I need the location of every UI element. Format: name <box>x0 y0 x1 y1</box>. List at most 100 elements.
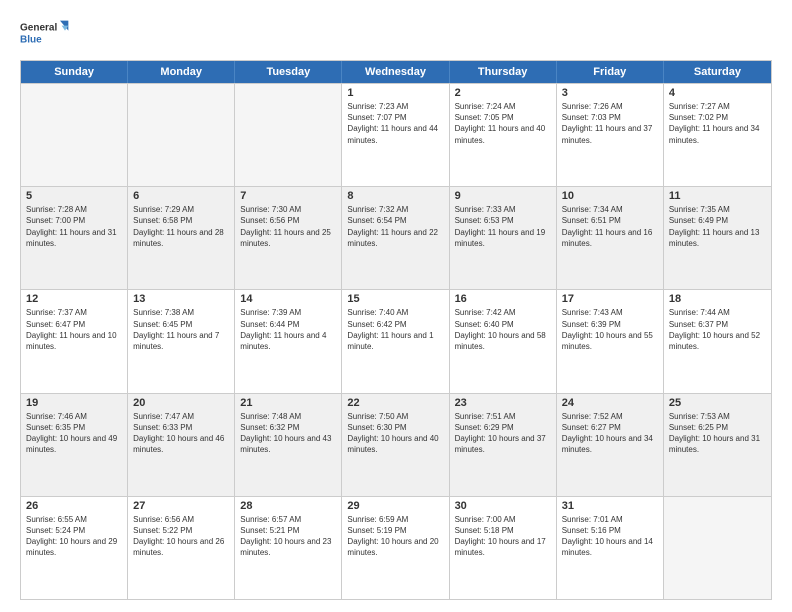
svg-text:General: General <box>20 23 57 34</box>
day-info: Sunrise: 7:51 AMSunset: 6:29 PMDaylight:… <box>455 411 551 456</box>
calendar-cell: 13 Sunrise: 7:38 AMSunset: 6:45 PMDayligh… <box>128 290 235 392</box>
day-info: Sunrise: 7:23 AMSunset: 7:07 PMDaylight:… <box>347 101 443 146</box>
day-info: Sunrise: 7:29 AMSunset: 6:58 PMDaylight:… <box>133 204 229 249</box>
day-number: 22 <box>347 397 443 409</box>
day-info: Sunrise: 7:35 AMSunset: 6:49 PMDaylight:… <box>669 204 766 249</box>
header-day-friday: Friday <box>557 61 664 83</box>
day-number: 3 <box>562 87 658 99</box>
calendar: SundayMondayTuesdayWednesdayThursdayFrid… <box>20 60 772 600</box>
day-number: 10 <box>562 190 658 202</box>
header-day-monday: Monday <box>128 61 235 83</box>
day-number: 28 <box>240 500 336 512</box>
day-info: Sunrise: 6:59 AMSunset: 5:19 PMDaylight:… <box>347 514 443 559</box>
day-number: 4 <box>669 87 766 99</box>
calendar-cell: 27Sunrise: 6:56 AMSunset: 5:22 PMDayligh… <box>128 497 235 599</box>
day-info: Sunrise: 6:55 AMSunset: 5:24 PMDaylight:… <box>26 514 122 559</box>
calendar-cell: 18 Sunrise: 7:44 AMSunset: 6:37 PMDayligh… <box>664 290 771 392</box>
calendar-cell: 1 Sunrise: 7:23 AMSunset: 7:07 PMDaylight… <box>342 84 449 186</box>
day-info: Sunrise: 7:43 AMSunset: 6:39 PMDaylight:… <box>562 307 658 352</box>
day-info: Sunrise: 7:46 AMSunset: 6:35 PMDaylight:… <box>26 411 122 456</box>
day-info: Sunrise: 7:34 AMSunset: 6:51 PMDaylight:… <box>562 204 658 249</box>
calendar-cell: 7 Sunrise: 7:30 AMSunset: 6:56 PMDaylight… <box>235 187 342 289</box>
day-info: Sunrise: 7:44 AMSunset: 6:37 PMDaylight:… <box>669 307 766 352</box>
day-info: Sunrise: 7:32 AMSunset: 6:54 PMDaylight:… <box>347 204 443 249</box>
page-header: General Blue <box>20 16 772 52</box>
calendar-cell: 9 Sunrise: 7:33 AMSunset: 6:53 PMDaylight… <box>450 187 557 289</box>
calendar-row-2: 12 Sunrise: 7:37 AMSunset: 6:47 PMDayligh… <box>21 289 771 392</box>
day-number: 9 <box>455 190 551 202</box>
day-number: 26 <box>26 500 122 512</box>
day-number: 7 <box>240 190 336 202</box>
day-number: 20 <box>133 397 229 409</box>
day-info: Sunrise: 6:56 AMSunset: 5:22 PMDaylight:… <box>133 514 229 559</box>
header-day-sunday: Sunday <box>21 61 128 83</box>
calendar-cell: 20 Sunrise: 7:47 AMSunset: 6:33 PMDayligh… <box>128 394 235 496</box>
calendar-cell <box>235 84 342 186</box>
day-info: Sunrise: 7:53 AMSunset: 6:25 PMDaylight:… <box>669 411 766 456</box>
day-info: Sunrise: 7:00 AMSunset: 5:18 PMDaylight:… <box>455 514 551 559</box>
calendar-cell: 6 Sunrise: 7:29 AMSunset: 6:58 PMDaylight… <box>128 187 235 289</box>
day-info: Sunrise: 7:24 AMSunset: 7:05 PMDaylight:… <box>455 101 551 146</box>
svg-text:Blue: Blue <box>20 34 42 45</box>
day-info: Sunrise: 7:38 AMSunset: 6:45 PMDaylight:… <box>133 307 229 352</box>
day-number: 21 <box>240 397 336 409</box>
day-number: 12 <box>26 293 122 305</box>
calendar-row-4: 26 Sunrise: 6:55 AMSunset: 5:24 PMDayligh… <box>21 496 771 599</box>
day-number: 31 <box>562 500 658 512</box>
calendar-cell: 4 Sunrise: 7:27 AMSunset: 7:02 PMDaylight… <box>664 84 771 186</box>
calendar-cell <box>128 84 235 186</box>
logo-svg: General Blue <box>20 16 70 52</box>
day-info: Sunrise: 6:57 AMSunset: 5:21 PMDaylight:… <box>240 514 336 559</box>
day-number: 24 <box>562 397 658 409</box>
calendar-cell <box>21 84 128 186</box>
header-day-wednesday: Wednesday <box>342 61 449 83</box>
header-day-thursday: Thursday <box>450 61 557 83</box>
calendar-cell: 3 Sunrise: 7:26 AMSunset: 7:03 PMDaylight… <box>557 84 664 186</box>
day-info: Sunrise: 7:37 AMSunset: 6:47 PMDaylight:… <box>26 307 122 352</box>
day-info: Sunrise: 7:40 AMSunset: 6:42 PMDaylight:… <box>347 307 443 352</box>
day-info: Sunrise: 7:50 AMSunset: 6:30 PMDaylight:… <box>347 411 443 456</box>
calendar-row-1: 5Sunrise: 7:28 AMSunset: 7:00 PMDaylight… <box>21 186 771 289</box>
calendar-cell: 28 Sunrise: 6:57 AMSunset: 5:21 PMDayligh… <box>235 497 342 599</box>
calendar-cell: 21 Sunrise: 7:48 AMSunset: 6:32 PMDayligh… <box>235 394 342 496</box>
calendar-cell: 25 Sunrise: 7:53 AMSunset: 6:25 PMDayligh… <box>664 394 771 496</box>
calendar-cell: 15Sunrise: 7:40 AMSunset: 6:42 PMDayligh… <box>342 290 449 392</box>
calendar-cell: 12 Sunrise: 7:37 AMSunset: 6:47 PMDayligh… <box>21 290 128 392</box>
day-number: 13 <box>133 293 229 305</box>
day-number: 6 <box>133 190 229 202</box>
calendar-cell: 22 Sunrise: 7:50 AMSunset: 6:30 PMDayligh… <box>342 394 449 496</box>
day-info: Sunrise: 7:30 AMSunset: 6:56 PMDaylight:… <box>240 204 336 249</box>
day-number: 16 <box>455 293 551 305</box>
calendar-cell: 23 Sunrise: 7:51 AMSunset: 6:29 PMDayligh… <box>450 394 557 496</box>
calendar-cell: 5Sunrise: 7:28 AMSunset: 7:00 PMDaylight… <box>21 187 128 289</box>
calendar-cell: 8 Sunrise: 7:32 AMSunset: 6:54 PMDaylight… <box>342 187 449 289</box>
day-number: 25 <box>669 397 766 409</box>
calendar-cell: 24 Sunrise: 7:52 AMSunset: 6:27 PMDayligh… <box>557 394 664 496</box>
day-info: Sunrise: 7:47 AMSunset: 6:33 PMDaylight:… <box>133 411 229 456</box>
day-info: Sunrise: 7:26 AMSunset: 7:03 PMDaylight:… <box>562 101 658 146</box>
day-number: 2 <box>455 87 551 99</box>
header-day-tuesday: Tuesday <box>235 61 342 83</box>
day-number: 23 <box>455 397 551 409</box>
day-number: 30 <box>455 500 551 512</box>
calendar-cell: 16Sunrise: 7:42 AMSunset: 6:40 PMDayligh… <box>450 290 557 392</box>
day-info: Sunrise: 7:27 AMSunset: 7:02 PMDaylight:… <box>669 101 766 146</box>
day-number: 29 <box>347 500 443 512</box>
day-number: 11 <box>669 190 766 202</box>
day-info: Sunrise: 7:28 AMSunset: 7:00 PMDaylight:… <box>26 204 122 249</box>
calendar-cell: 14Sunrise: 7:39 AMSunset: 6:44 PMDayligh… <box>235 290 342 392</box>
calendar-header: SundayMondayTuesdayWednesdayThursdayFrid… <box>21 61 771 83</box>
day-number: 18 <box>669 293 766 305</box>
day-info: Sunrise: 7:33 AMSunset: 6:53 PMDaylight:… <box>455 204 551 249</box>
day-number: 1 <box>347 87 443 99</box>
calendar-cell: 31Sunrise: 7:01 AMSunset: 5:16 PMDayligh… <box>557 497 664 599</box>
calendar-row-0: 1 Sunrise: 7:23 AMSunset: 7:07 PMDaylight… <box>21 83 771 186</box>
calendar-cell <box>664 497 771 599</box>
calendar-cell: 30 Sunrise: 7:00 AMSunset: 5:18 PMDayligh… <box>450 497 557 599</box>
day-number: 8 <box>347 190 443 202</box>
header-day-saturday: Saturday <box>664 61 771 83</box>
calendar-body: 1 Sunrise: 7:23 AMSunset: 7:07 PMDaylight… <box>21 83 771 599</box>
calendar-cell: 19Sunrise: 7:46 AMSunset: 6:35 PMDayligh… <box>21 394 128 496</box>
day-info: Sunrise: 7:48 AMSunset: 6:32 PMDaylight:… <box>240 411 336 456</box>
day-info: Sunrise: 7:52 AMSunset: 6:27 PMDaylight:… <box>562 411 658 456</box>
